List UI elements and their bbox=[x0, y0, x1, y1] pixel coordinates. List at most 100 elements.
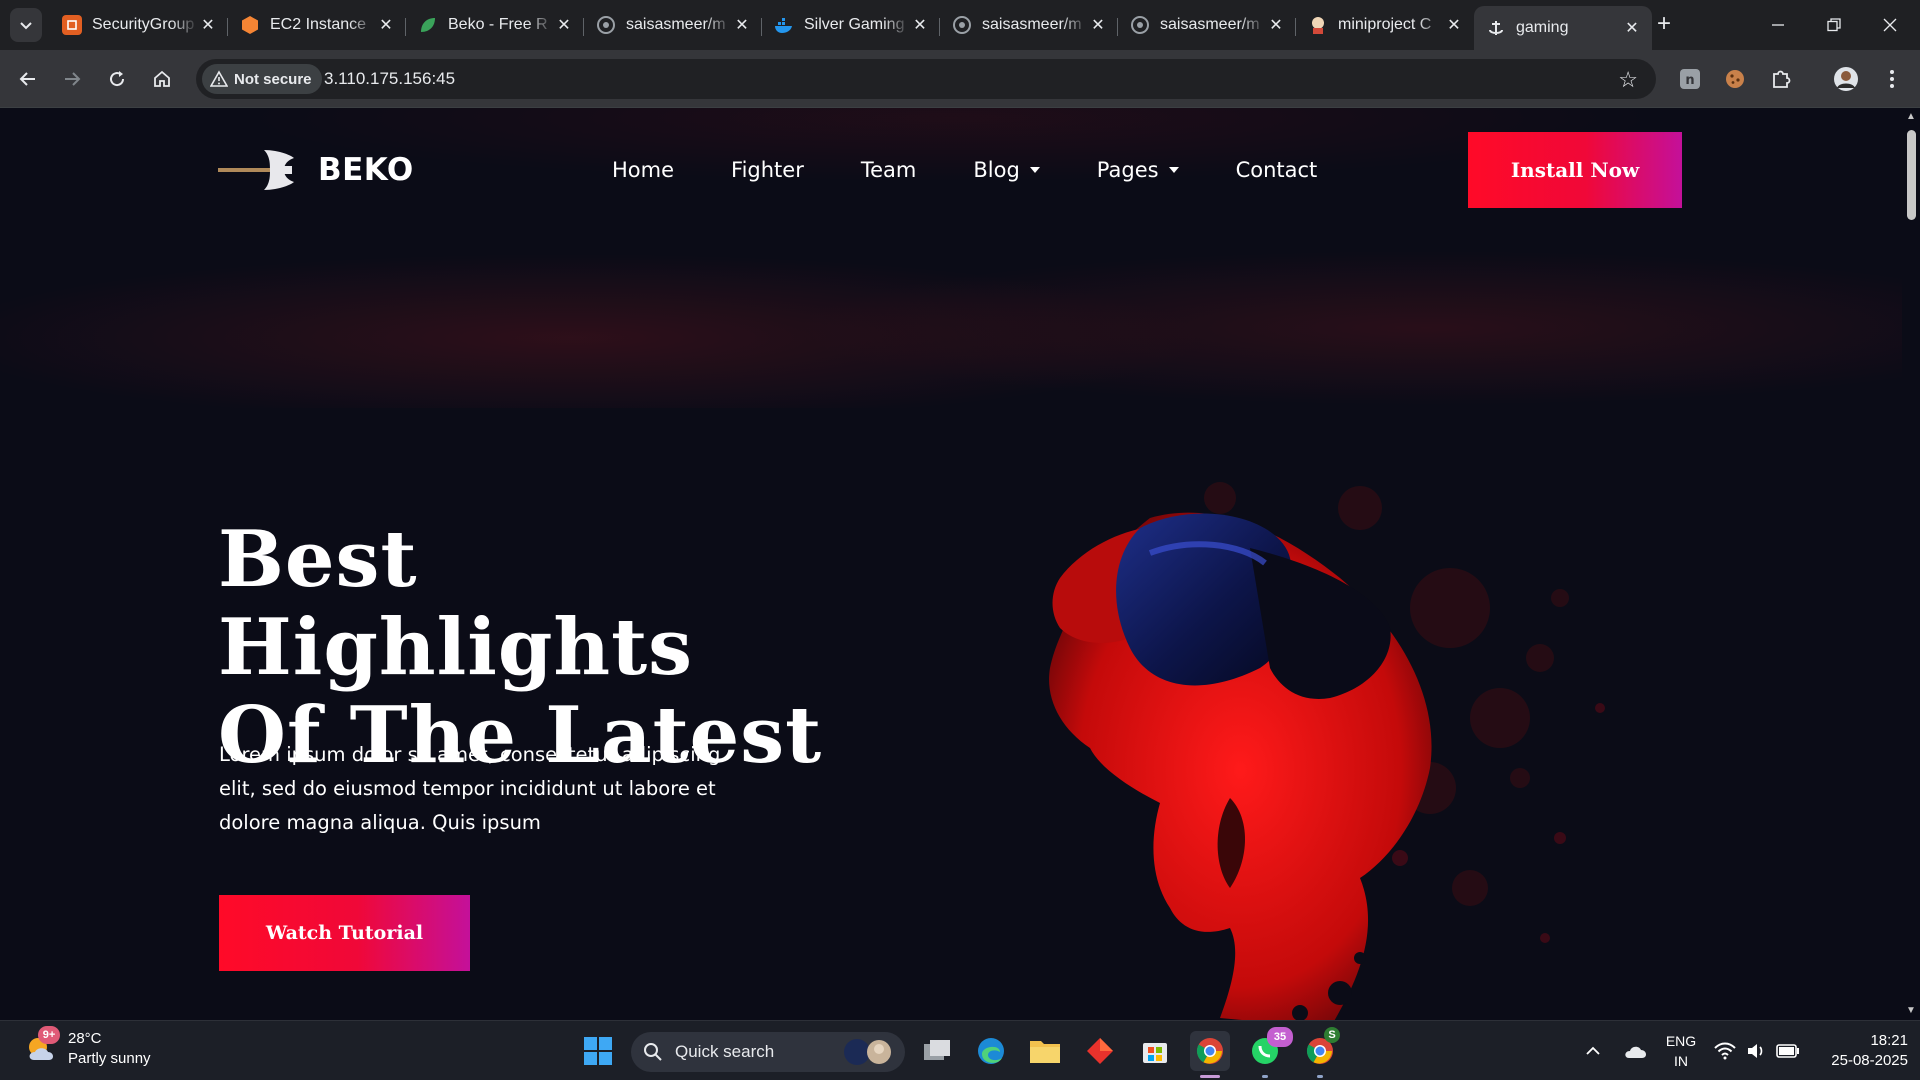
close-window-button[interactable] bbox=[1862, 0, 1918, 50]
profile-button[interactable] bbox=[1830, 63, 1862, 95]
docker-icon bbox=[774, 15, 794, 35]
onedrive-cloud-icon[interactable] bbox=[1616, 1043, 1656, 1059]
file-explorer-button[interactable] bbox=[1025, 1031, 1065, 1071]
nav-blog[interactable]: Blog bbox=[973, 158, 1040, 182]
address-bar[interactable]: Not secure 3.110.175.156:45 ☆ bbox=[196, 59, 1656, 99]
tab-strip: SecurityGroup ✕ EC2 Instance ✕ Beko - Fr… bbox=[0, 0, 1920, 50]
tab[interactable]: saisasmeer/m ✕ bbox=[584, 6, 762, 44]
nav-label: Fighter bbox=[731, 158, 804, 182]
tab[interactable]: saisasmeer/m ✕ bbox=[1118, 6, 1296, 44]
close-icon[interactable]: ✕ bbox=[554, 15, 574, 35]
search-highlight-icon bbox=[844, 1039, 891, 1065]
close-icon[interactable]: ✕ bbox=[1444, 15, 1464, 35]
more-vertical-icon bbox=[1890, 70, 1894, 88]
home-button[interactable] bbox=[146, 63, 178, 95]
tab-search-button[interactable] bbox=[10, 8, 42, 42]
weather-desc: Partly sunny bbox=[68, 1050, 151, 1067]
chevron-up-icon[interactable] bbox=[1580, 1046, 1606, 1056]
close-icon[interactable]: ✕ bbox=[1266, 15, 1286, 35]
tab-active[interactable]: gaming ✕ bbox=[1474, 6, 1652, 50]
github-icon bbox=[952, 15, 972, 35]
minimize-button[interactable] bbox=[1750, 0, 1806, 50]
tab-title: saisasmeer/m bbox=[1160, 16, 1260, 33]
start-button[interactable] bbox=[578, 1031, 618, 1071]
watch-tutorial-button[interactable]: Watch Tutorial bbox=[219, 895, 470, 971]
nav-pages[interactable]: Pages bbox=[1097, 158, 1179, 182]
hero-title-line-1: Best Highlights bbox=[218, 514, 694, 693]
tab-title: Silver Gaming bbox=[804, 16, 905, 33]
extension-button[interactable]: n bbox=[1674, 63, 1706, 95]
nav-team[interactable]: Team bbox=[861, 158, 917, 182]
tab[interactable]: saisasmeer/m ✕ bbox=[940, 6, 1118, 44]
close-icon[interactable]: ✕ bbox=[376, 15, 396, 35]
system-tray bbox=[1580, 1021, 1656, 1080]
url-text[interactable]: 3.110.175.156:45 bbox=[324, 69, 455, 89]
reload-button[interactable] bbox=[101, 63, 133, 95]
diamond-app-icon bbox=[1087, 1038, 1113, 1064]
whatsapp-button[interactable]: 35 bbox=[1245, 1027, 1293, 1071]
tab-title: miniproject C bbox=[1338, 16, 1432, 33]
site-security-chip[interactable]: Not secure bbox=[202, 64, 322, 94]
clock-date: 25-08-2025 bbox=[1831, 1052, 1908, 1069]
home-icon bbox=[154, 70, 170, 87]
language-line-1: ENG bbox=[1665, 1033, 1697, 1049]
edge-button[interactable] bbox=[971, 1031, 1011, 1071]
cookie-icon bbox=[1726, 70, 1744, 88]
tab-list: SecurityGroup ✕ EC2 Instance ✕ Beko - Fr… bbox=[50, 6, 1652, 50]
close-icon[interactable]: ✕ bbox=[198, 15, 218, 35]
site-logo[interactable]: BEKO bbox=[218, 146, 414, 194]
input-language[interactable]: ENG IN bbox=[1663, 1031, 1699, 1071]
tab[interactable]: EC2 Instance ✕ bbox=[228, 6, 406, 44]
quick-settings[interactable] bbox=[1714, 1021, 1800, 1080]
hero-description: Lorem ipsum dolor sit amet, consectetur … bbox=[219, 743, 721, 834]
caret-down-icon bbox=[1029, 167, 1040, 173]
extensions-button[interactable] bbox=[1765, 63, 1797, 95]
scrollbar-thumb[interactable] bbox=[1907, 130, 1916, 220]
menu-button[interactable] bbox=[1876, 63, 1908, 95]
tab-title: SecurityGroup bbox=[92, 16, 195, 33]
app-diamond-button[interactable] bbox=[1080, 1031, 1120, 1071]
restore-button[interactable] bbox=[1806, 0, 1862, 50]
microsoft-store-button[interactable] bbox=[1135, 1031, 1175, 1071]
close-icon[interactable]: ✕ bbox=[910, 15, 930, 35]
back-button[interactable] bbox=[12, 63, 44, 95]
nav-home[interactable]: Home bbox=[612, 158, 674, 182]
close-icon[interactable]: ✕ bbox=[1622, 18, 1642, 38]
browser-toolbar: Not secure 3.110.175.156:45 ☆ n bbox=[0, 50, 1920, 108]
arrow-right-icon bbox=[65, 72, 81, 86]
aws-security-group-icon bbox=[62, 15, 82, 35]
taskbar-search[interactable]: Quick search bbox=[631, 1032, 905, 1072]
running-indicator bbox=[1200, 1075, 1220, 1078]
page-scrollbar[interactable]: ▲ ▼ bbox=[1902, 108, 1920, 1020]
vr-gamer-illustration bbox=[1049, 482, 1605, 1020]
jenkins-icon bbox=[1308, 15, 1328, 35]
anchor-icon bbox=[1486, 18, 1506, 38]
cookie-extension-button[interactable] bbox=[1719, 63, 1751, 95]
search-placeholder: Quick search bbox=[675, 1042, 775, 1061]
brand-name: BEKO bbox=[318, 152, 414, 188]
close-icon[interactable]: ✕ bbox=[1088, 15, 1108, 35]
tab[interactable]: Beko - Free R ✕ bbox=[406, 6, 584, 44]
scroll-down-icon[interactable]: ▼ bbox=[1906, 1006, 1916, 1016]
nav-contact[interactable]: Contact bbox=[1236, 158, 1318, 182]
tab[interactable]: SecurityGroup ✕ bbox=[50, 6, 228, 44]
chrome-profile-button[interactable]: S bbox=[1300, 1027, 1340, 1071]
forward-button[interactable] bbox=[56, 63, 88, 95]
scroll-up-icon[interactable]: ▲ bbox=[1906, 112, 1916, 122]
tab[interactable]: miniproject C ✕ bbox=[1296, 6, 1474, 44]
install-now-button[interactable]: Install Now bbox=[1468, 132, 1682, 208]
task-view-button[interactable] bbox=[917, 1031, 957, 1071]
tab[interactable]: Silver Gaming ✕ bbox=[762, 6, 940, 44]
weather-text: 28°C Partly sunny bbox=[68, 1029, 151, 1069]
nav-fighter[interactable]: Fighter bbox=[731, 158, 804, 182]
bookmark-star-icon[interactable]: ☆ bbox=[1618, 67, 1638, 93]
nav-label: Team bbox=[860, 158, 917, 182]
beko-leaf-icon bbox=[418, 15, 438, 35]
minimize-icon bbox=[1772, 24, 1784, 26]
new-tab-button[interactable]: + bbox=[1650, 10, 1678, 38]
nav-label: Blog bbox=[973, 158, 1020, 182]
chrome-button-active[interactable] bbox=[1190, 1031, 1230, 1071]
clock[interactable]: 18:21 25-08-2025 bbox=[1812, 1031, 1908, 1071]
close-icon[interactable]: ✕ bbox=[732, 15, 752, 35]
weather-widget[interactable]: 9+ 28°C Partly sunny bbox=[24, 1026, 151, 1069]
